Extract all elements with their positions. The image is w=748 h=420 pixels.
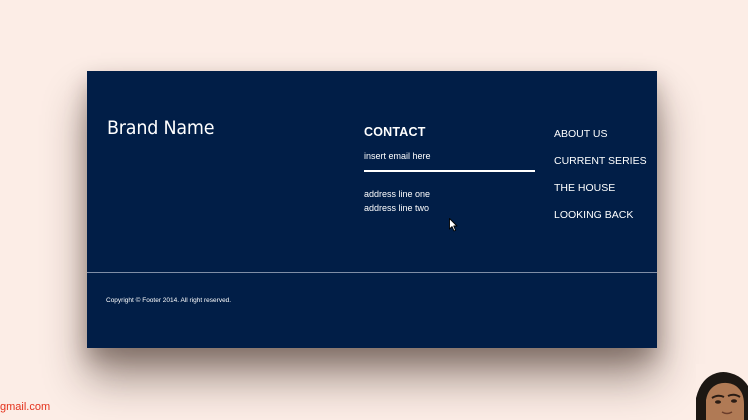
contact-heading: CONTACT (364, 125, 426, 139)
contact-section: CONTACT address line one address line tw… (364, 125, 535, 215)
site-footer: Brand Name CONTACT address line one addr… (87, 71, 657, 348)
nav-link-looking-back[interactable]: LOOKING BACK (554, 210, 647, 237)
address-block: address line one address line two (364, 188, 535, 215)
address-line-one: address line one (364, 189, 431, 199)
email-fragment-text: gmail.com (0, 401, 51, 413)
email-input[interactable] (364, 151, 535, 172)
copyright-text: Copyright © Footer 2014. All right reser… (106, 297, 232, 304)
address-line-two: address line two (364, 202, 430, 213)
nav-link-the-house[interactable]: THE HOUSE (554, 183, 647, 210)
footer-divider (87, 272, 657, 273)
webcam-presenter-image (696, 364, 748, 420)
nav-link-current-series[interactable]: CURRENT SERIES (554, 156, 647, 183)
nav-link-about-us[interactable]: ABOUT US (554, 129, 647, 156)
footer-nav: ABOUT US CURRENT SERIES THE HOUSE LOOKIN… (554, 129, 647, 237)
brand-name[interactable]: Brand Name (107, 117, 215, 139)
mouse-cursor-icon (449, 218, 458, 232)
